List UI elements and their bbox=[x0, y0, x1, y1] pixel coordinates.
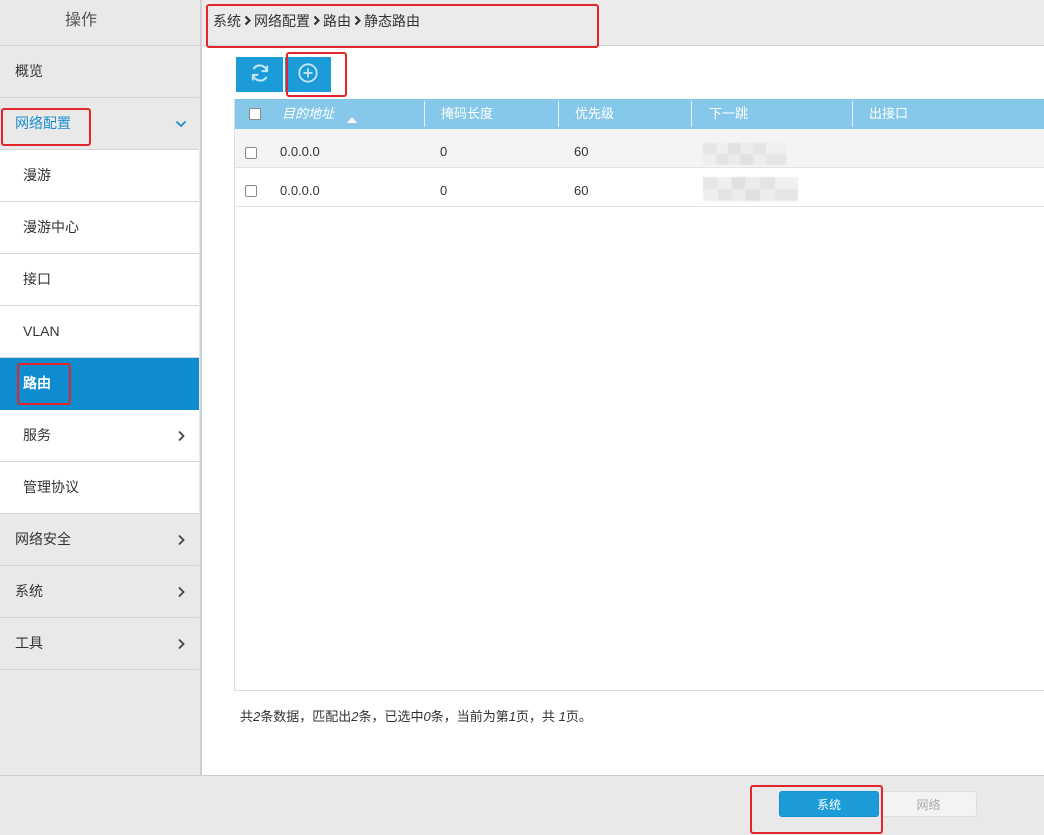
refresh-button[interactable] bbox=[236, 57, 283, 92]
sidebar-item-label: 概览 bbox=[15, 63, 43, 79]
chevron-down-icon bbox=[175, 118, 187, 130]
table-row[interactable]: 0.0.0.0 0 60 bbox=[235, 129, 1044, 168]
sidebar-item-overview[interactable]: 概览 bbox=[0, 46, 199, 98]
breadcrumb-chevron-icon bbox=[241, 14, 254, 28]
summary-text: 页，共 bbox=[516, 709, 559, 724]
sidebar-item-label: 管理协议 bbox=[23, 479, 79, 495]
column-divider[interactable] bbox=[558, 101, 559, 127]
sidebar-item-network-config[interactable]: 网络配置 bbox=[0, 98, 199, 150]
breadcrumb-chevron-icon bbox=[351, 14, 364, 28]
sidebar-item-services[interactable]: 服务 bbox=[0, 410, 199, 462]
sidebar-item-label: 漫游 bbox=[23, 167, 51, 183]
breadcrumb-chevron-icon bbox=[310, 14, 323, 28]
summary-text: 条数据，匹配出 bbox=[260, 709, 352, 724]
breadcrumb-item[interactable]: 系统 bbox=[213, 11, 241, 31]
column-header-priority[interactable]: 优先级 bbox=[575, 99, 614, 129]
sidebar-item-roaming-center[interactable]: 漫游中心 bbox=[0, 202, 199, 254]
chevron-right-icon bbox=[175, 586, 187, 598]
column-divider[interactable] bbox=[424, 101, 425, 127]
breadcrumb-item[interactable]: 网络配置 bbox=[254, 11, 310, 31]
static-route-table: 目的地址 掩码长度 优先级 下一跳 出接口 0.0.0.0 0 60 0.0.0… bbox=[234, 99, 1044, 691]
sidebar-item-network-security[interactable]: 网络安全 bbox=[0, 514, 199, 566]
sidebar-item-vlan[interactable]: VLAN bbox=[0, 306, 199, 358]
breadcrumb: 系统 网络配置 路由 静态路由 bbox=[213, 0, 420, 41]
tab-system[interactable]: 系统 bbox=[779, 791, 879, 817]
sidebar-item-label: 服务 bbox=[23, 427, 51, 443]
sidebar-item-management-protocol[interactable]: 管理协议 bbox=[0, 462, 199, 514]
add-circle-icon bbox=[297, 62, 319, 87]
chevron-right-icon bbox=[175, 638, 187, 650]
sidebar-item-label: 网络安全 bbox=[15, 531, 71, 547]
chevron-right-icon bbox=[175, 430, 187, 442]
column-header-destination[interactable]: 目的地址 bbox=[282, 99, 334, 129]
sidebar-item-label: 系统 bbox=[15, 583, 43, 599]
column-header-next-hop[interactable]: 下一跳 bbox=[709, 99, 748, 129]
sidebar-item-label: VLAN bbox=[23, 323, 60, 339]
cell-destination: 0.0.0.0 bbox=[280, 144, 320, 159]
chevron-right-icon bbox=[175, 534, 187, 546]
cell-mask-length: 0 bbox=[440, 183, 448, 198]
breadcrumb-bar: 系统 网络配置 路由 静态路由 bbox=[202, 0, 1044, 46]
summary-matched: 2 bbox=[351, 709, 359, 724]
sidebar-item-system[interactable]: 系统 bbox=[0, 566, 199, 618]
breadcrumb-current: 静态路由 bbox=[364, 12, 420, 29]
summary-current-page: 1 bbox=[508, 709, 516, 724]
refresh-icon bbox=[249, 62, 271, 87]
redacted-next-hop bbox=[703, 143, 786, 165]
cell-priority: 60 bbox=[574, 144, 589, 159]
table-header: 目的地址 掩码长度 优先级 下一跳 出接口 bbox=[235, 99, 1044, 129]
summary-text: 共 bbox=[240, 709, 254, 724]
column-header-out-interface[interactable]: 出接口 bbox=[869, 99, 908, 129]
summary-text: 条，已选中 bbox=[358, 709, 424, 724]
sidebar-item-label: 网络配置 bbox=[15, 115, 71, 131]
tab-network[interactable]: 网络 bbox=[880, 791, 977, 817]
column-divider[interactable] bbox=[691, 101, 692, 127]
cell-priority: 60 bbox=[574, 183, 589, 198]
sidebar-item-label: 漫游中心 bbox=[23, 219, 79, 235]
sidebar-item-label: 路由 bbox=[23, 375, 51, 391]
column-divider[interactable] bbox=[852, 101, 853, 127]
row-checkbox[interactable] bbox=[245, 185, 257, 197]
bottom-bar: 系统 网络 bbox=[0, 775, 1044, 835]
triangle-up-icon bbox=[347, 111, 357, 123]
sidebar-item-tools[interactable]: 工具 bbox=[0, 618, 199, 670]
cell-mask-length: 0 bbox=[440, 144, 448, 159]
sidebar-title: 操作 bbox=[0, 0, 200, 46]
sidebar-item-roaming[interactable]: 漫游 bbox=[0, 150, 199, 202]
row-checkbox[interactable] bbox=[245, 147, 257, 159]
select-all-checkbox[interactable] bbox=[249, 108, 261, 120]
sidebar-item-label: 接口 bbox=[23, 271, 51, 287]
breadcrumb-item[interactable]: 路由 bbox=[323, 11, 351, 31]
cell-destination: 0.0.0.0 bbox=[280, 183, 320, 198]
summary-text: 页。 bbox=[565, 709, 592, 724]
summary-total-pages: 1 bbox=[558, 709, 566, 724]
sidebar-item-interface[interactable]: 接口 bbox=[0, 254, 199, 306]
pagination-summary: 共2条数据，匹配出2条，已选中0条，当前为第1页，共 1页。 bbox=[240, 709, 592, 725]
column-header-mask-length[interactable]: 掩码长度 bbox=[441, 99, 493, 129]
summary-selected: 0 bbox=[423, 709, 431, 724]
add-button[interactable] bbox=[285, 57, 331, 92]
redacted-next-hop bbox=[703, 177, 798, 201]
sidebar-item-routing[interactable]: 路由 bbox=[0, 358, 199, 410]
summary-text: 条，当前为第 bbox=[430, 709, 509, 724]
sidebar-item-label: 工具 bbox=[15, 635, 43, 651]
sidebar: 操作 概览 网络配置 漫游 漫游中心 接口 VLAN 路由 服务 管理协议 网络… bbox=[0, 0, 202, 775]
table-row[interactable]: 0.0.0.0 0 60 bbox=[235, 168, 1044, 207]
